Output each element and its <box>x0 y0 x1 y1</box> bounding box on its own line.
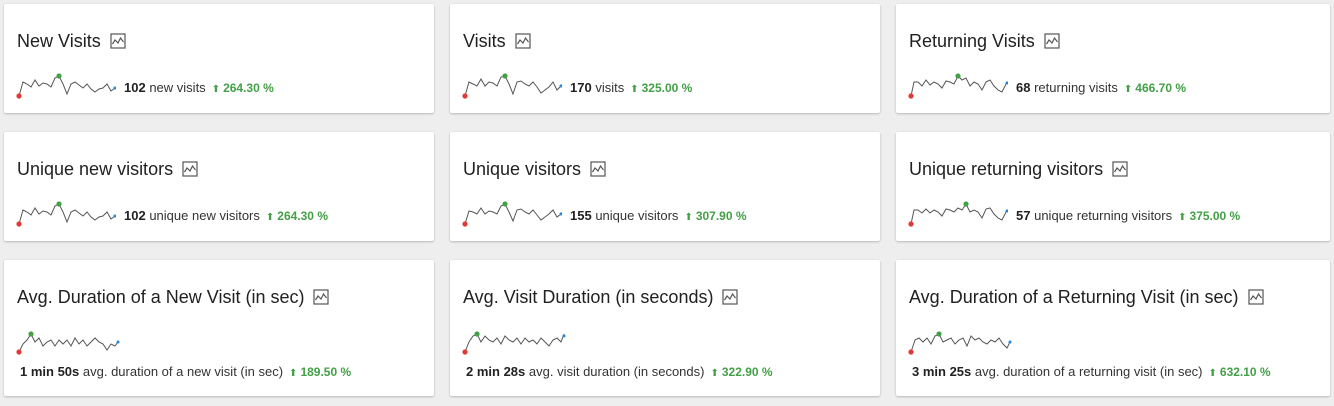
card-title-text: Unique returning visitors <box>909 159 1104 179</box>
card-title: Unique new visitors <box>17 158 198 180</box>
card-title: Unique visitors <box>463 158 606 180</box>
card-title-text: Visits <box>463 31 506 51</box>
metric-value: 2 min 28s <box>466 364 526 379</box>
metric-line: 3 min 25s avg. duration of a returning v… <box>912 364 1271 382</box>
metric-value: 102 <box>124 208 146 223</box>
metric-line: 57 unique returning visitors ⬆ 375.00 % <box>1016 208 1240 226</box>
metric-label: avg. visit duration (in seconds) <box>528 364 705 379</box>
kpi-card-unique-new-visitors: Unique new visitors 102 unique new visit… <box>4 132 434 241</box>
arrow-up-icon: ⬆ <box>289 368 298 379</box>
metric-line: 2 min 28s avg. visit duration (in second… <box>466 364 773 382</box>
metric-value: 57 <box>1016 208 1031 223</box>
metric-change: 189.50 % <box>300 365 352 379</box>
metric-value: 3 min 25s <box>912 364 972 379</box>
metric-value: 1 min 50s <box>20 364 80 379</box>
evolution-graph-icon[interactable] <box>313 289 330 305</box>
metric-change: 307.90 % <box>695 209 747 223</box>
card-title: Avg. Duration of a New Visit (in sec) <box>17 286 330 308</box>
metric-change: 322.90 % <box>721 365 773 379</box>
kpi-card-avg-duration-new-visit: Avg. Duration of a New Visit (in sec) 1 … <box>4 260 434 396</box>
metric-value: 155 <box>570 208 592 223</box>
metric-change: 264.30 % <box>223 81 274 95</box>
sparkline[interactable] <box>16 200 116 230</box>
evolution-graph-icon[interactable] <box>590 161 606 177</box>
kpi-card-unique-visitors: Unique visitors 155 unique visitors ⬆ 307.… <box>450 132 880 241</box>
card-title-text: Avg. Duration of a Returning Visit (in s… <box>909 287 1239 307</box>
arrow-up-icon: ⬆ <box>1208 368 1217 379</box>
card-title: New Visits <box>17 30 126 52</box>
metric-label: returning visits <box>1034 80 1118 95</box>
metric-label: avg. duration of a new visit (in sec) <box>82 364 284 379</box>
card-title-text: Unique new visitors <box>17 159 174 179</box>
arrow-up-icon: ⬆ <box>265 212 275 223</box>
sparkline[interactable] <box>462 200 562 230</box>
metric-change: 375.00 % <box>1189 209 1241 223</box>
evolution-graph-icon[interactable] <box>515 33 531 49</box>
evolution-graph-icon[interactable] <box>182 161 198 177</box>
arrow-up-icon: ⬆ <box>710 368 719 379</box>
metric-label: new visits <box>149 80 206 95</box>
card-title: Visits <box>463 30 531 52</box>
card-title-text: Avg. Visit Duration (in seconds) <box>463 287 714 307</box>
metric-label: unique new visitors <box>149 208 260 223</box>
evolution-graph-icon[interactable] <box>1044 33 1060 49</box>
sparkline[interactable] <box>908 200 1008 230</box>
card-title: Avg. Duration of a Returning Visit (in s… <box>909 286 1264 308</box>
sparkline[interactable] <box>16 72 116 102</box>
card-title-text: Avg. Duration of a New Visit (in sec) <box>17 287 305 307</box>
metric-label: avg. duration of a returning visit (in s… <box>974 364 1203 379</box>
metric-change: 466.70 % <box>1135 81 1187 95</box>
metric-label: visits <box>595 80 625 95</box>
sparkline[interactable] <box>16 328 126 358</box>
sparkline[interactable] <box>462 328 572 358</box>
arrow-up-icon: ⬆ <box>1123 84 1133 95</box>
card-title-text: Unique visitors <box>463 159 582 179</box>
metric-line: 102 unique new visitors ⬆ 264.30 % <box>124 208 328 226</box>
metric-change: 325.00 % <box>641 81 693 95</box>
kpi-card-visits: Visits 170 visits ⬆ 325.00 % <box>450 4 880 113</box>
metric-value: 102 <box>124 80 146 95</box>
metric-line: 1 min 50s avg. duration of a new visit (… <box>20 364 351 382</box>
evolution-graph-icon[interactable] <box>110 33 126 49</box>
metric-line: 155 unique visitors ⬆ 307.90 % <box>570 208 747 226</box>
metric-line: 68 returning visits ⬆ 466.70 % <box>1016 80 1186 98</box>
evolution-graph-icon[interactable] <box>1112 161 1128 177</box>
metric-value: 68 <box>1016 80 1031 95</box>
arrow-up-icon: ⬆ <box>630 84 639 95</box>
metric-line: 170 visits ⬆ 325.00 % <box>570 80 692 98</box>
kpi-card-returning-visits: Returning Visits 68 returning visits ⬆ 466… <box>896 4 1330 113</box>
kpi-card-new-visits: New Visits 102 new visits ⬆ 264.30 % <box>4 4 434 113</box>
arrow-up-icon: ⬆ <box>211 84 221 95</box>
card-title-text: Returning Visits <box>909 31 1035 51</box>
metric-label: unique returning visitors <box>1034 208 1173 223</box>
kpi-card-unique-returning-visitors: Unique returning visitors 57 unique retu… <box>896 132 1330 241</box>
sparkline[interactable] <box>908 72 1008 102</box>
arrow-up-icon: ⬆ <box>684 212 693 223</box>
metric-change: 632.10 % <box>1219 365 1271 379</box>
evolution-graph-icon[interactable] <box>722 289 739 305</box>
kpi-card-avg-duration-returning-visit: Avg. Duration of a Returning Visit (in s… <box>896 260 1330 396</box>
metric-label: unique visitors <box>595 208 679 223</box>
metric-value: 170 <box>570 80 592 95</box>
card-title: Avg. Visit Duration (in seconds) <box>463 286 739 308</box>
card-title: Unique returning visitors <box>909 158 1128 180</box>
card-title-text: New Visits <box>17 31 101 51</box>
kpi-card-avg-visit-duration: Avg. Visit Duration (in seconds) 2 min 2… <box>450 260 880 396</box>
metric-line: 102 new visits ⬆ 264.30 % <box>124 80 274 98</box>
metric-change: 264.30 % <box>277 209 328 223</box>
sparkline[interactable] <box>462 72 562 102</box>
card-title: Returning Visits <box>909 30 1060 52</box>
arrow-up-icon: ⬆ <box>1178 212 1187 223</box>
evolution-graph-icon[interactable] <box>1247 289 1264 305</box>
sparkline[interactable] <box>908 328 1018 358</box>
